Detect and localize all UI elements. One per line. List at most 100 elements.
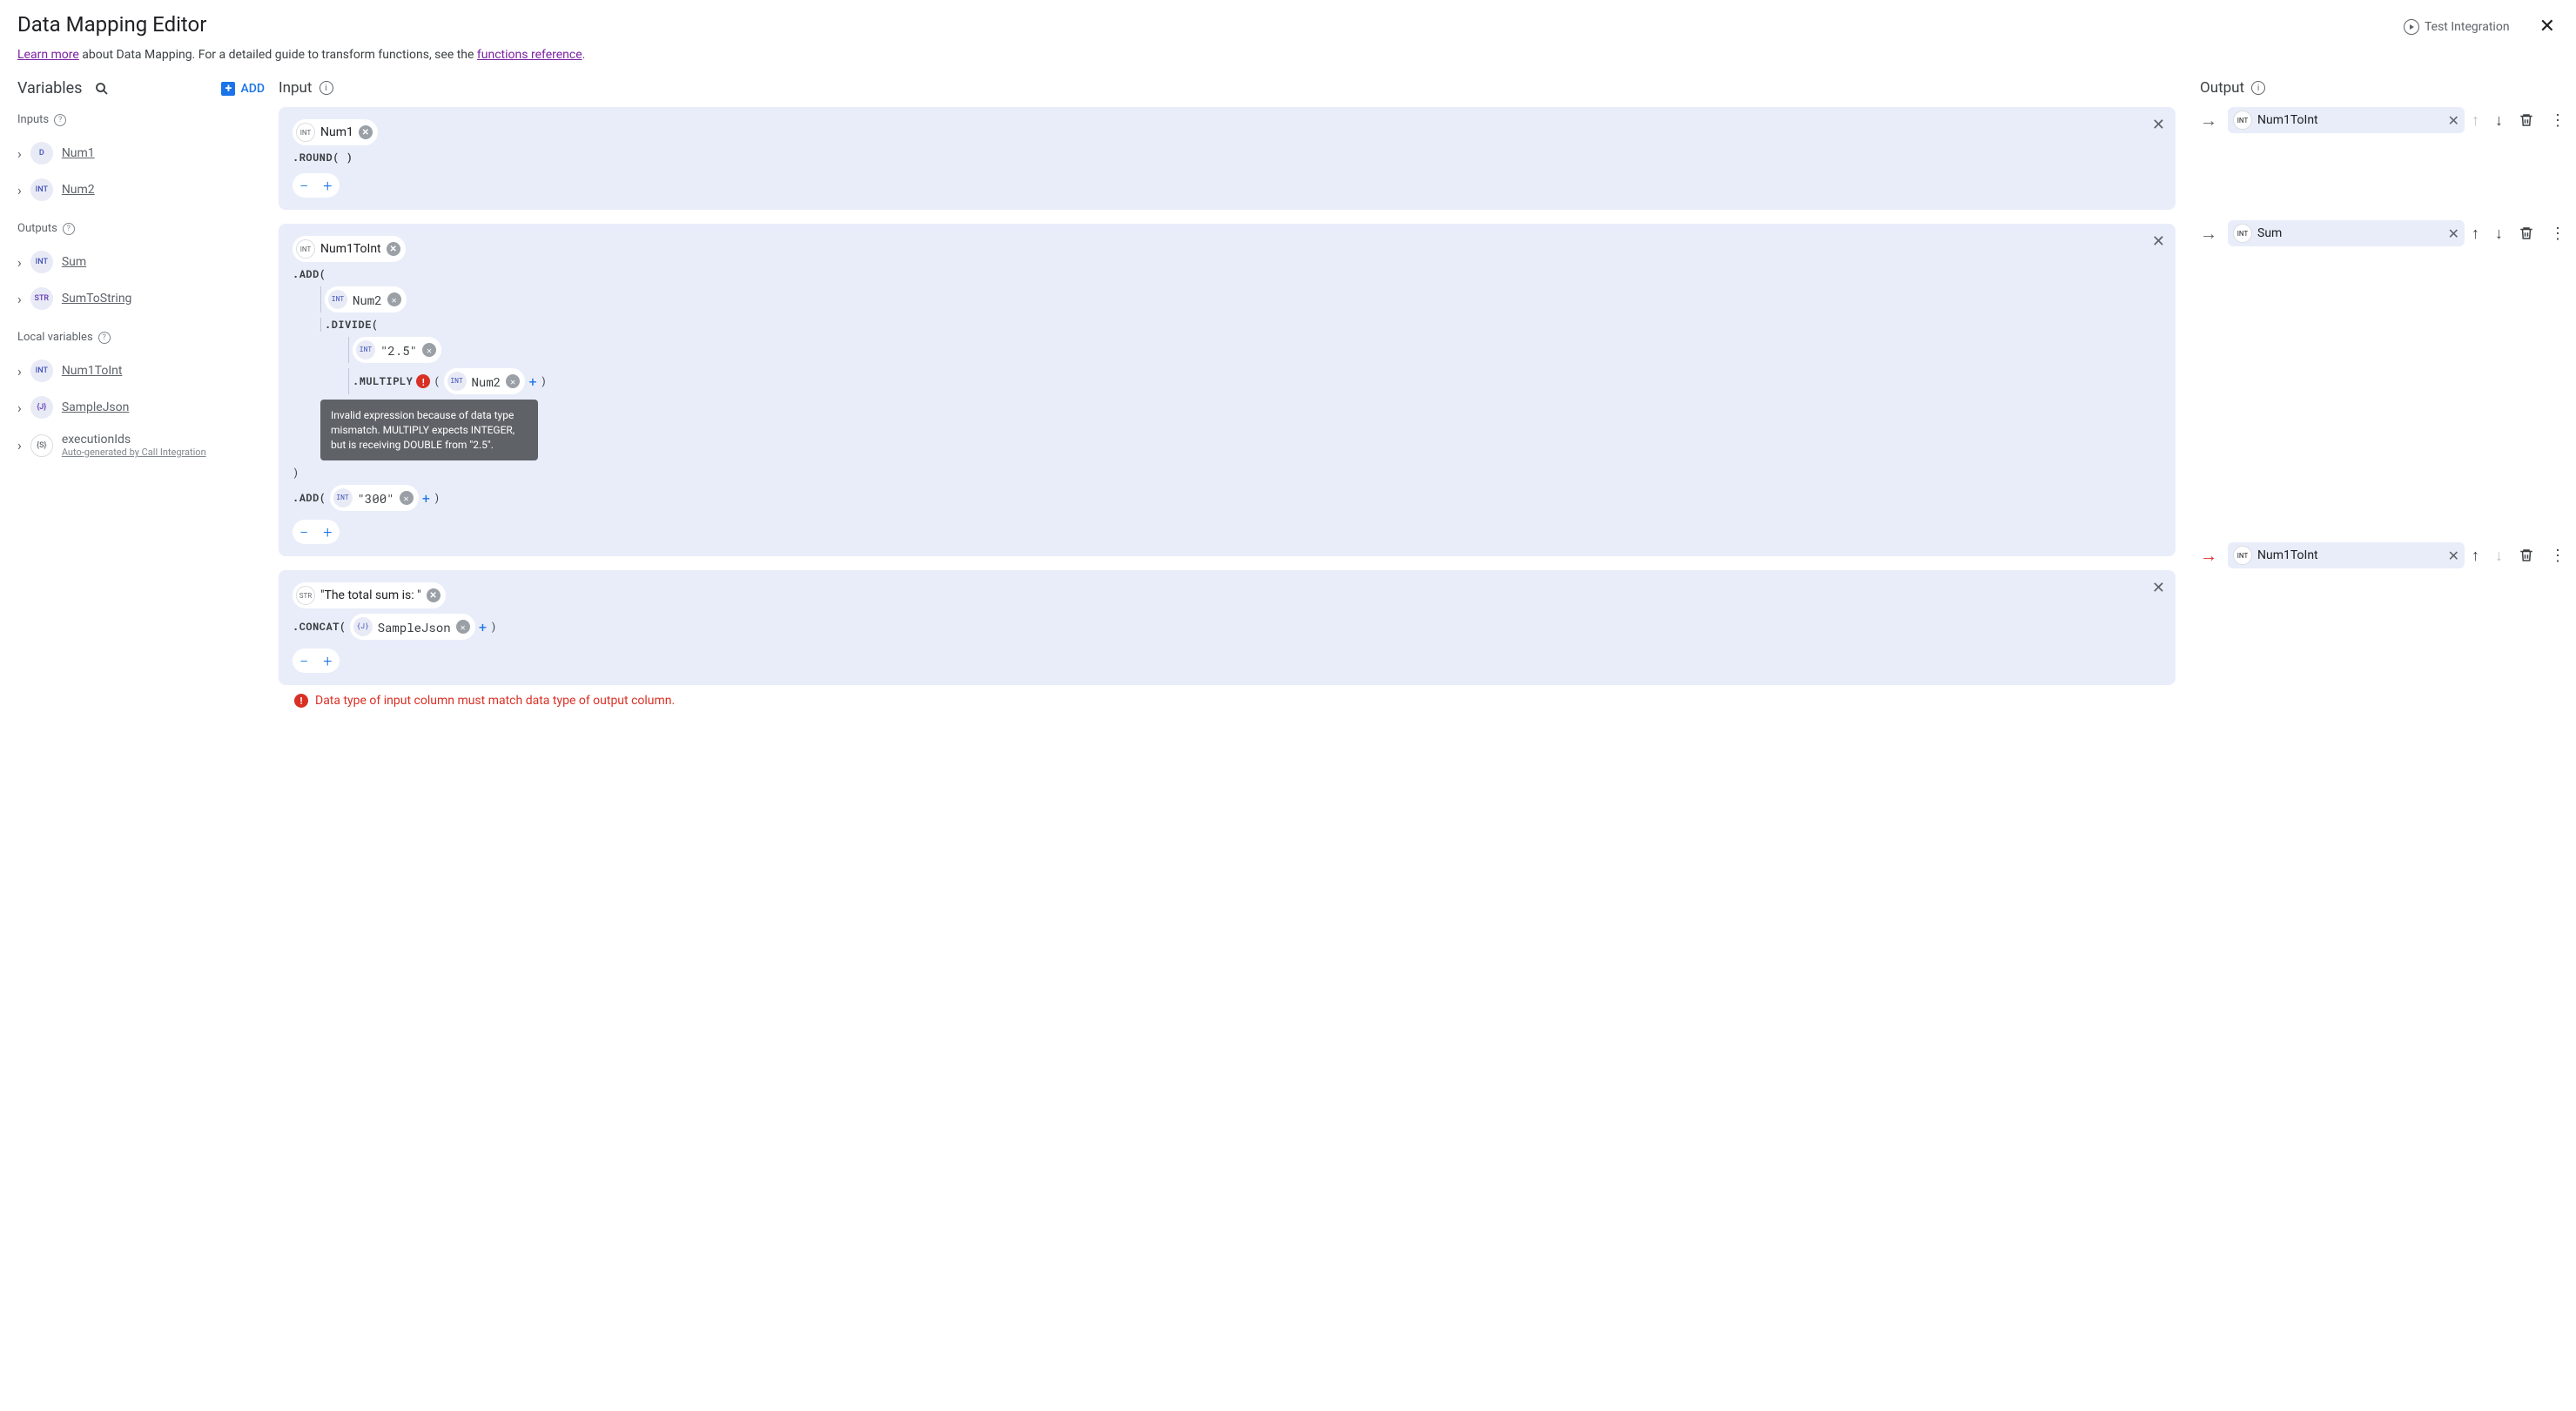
add-arg-icon[interactable]: + xyxy=(422,489,431,507)
more-icon[interactable]: ⋮ xyxy=(2550,547,2566,565)
plus-button[interactable]: + xyxy=(323,521,333,542)
error-text: Data type of input column must match dat… xyxy=(315,694,675,708)
chevron-right-icon[interactable]: › xyxy=(17,254,22,271)
chevron-right-icon[interactable]: › xyxy=(17,363,22,380)
type-badge: INT xyxy=(296,239,315,259)
error-icon[interactable]: ! xyxy=(416,374,430,388)
help-icon[interactable]: ? xyxy=(98,332,111,344)
variable-name: Num1ToInt xyxy=(62,364,123,378)
card-close-icon[interactable]: ✕ xyxy=(2152,579,2165,597)
output-remove-icon[interactable]: ✕ xyxy=(2448,225,2459,242)
move-up-icon[interactable]: ↑ xyxy=(2472,111,2479,130)
chip-remove-icon[interactable]: ✕ xyxy=(387,242,400,256)
help-icon[interactable]: ? xyxy=(63,223,75,235)
functions-reference-link[interactable]: functions reference xyxy=(477,48,582,62)
type-badge: {J} xyxy=(353,617,373,636)
move-down-icon[interactable]: ↓ xyxy=(2495,547,2503,565)
chevron-right-icon[interactable]: › xyxy=(17,291,22,307)
minus-button[interactable]: − xyxy=(299,175,309,196)
test-integration-button[interactable]: Test Integration xyxy=(2404,19,2510,35)
type-badge: INT xyxy=(356,340,375,359)
input-chip-totalsum[interactable]: STR "The total sum is: " ✕ xyxy=(293,582,446,608)
chevron-right-icon[interactable]: › xyxy=(17,182,22,198)
func-add2: .ADD( xyxy=(293,491,326,505)
sidebar-variable-num1[interactable]: › D Num1 xyxy=(17,135,265,171)
chevron-right-icon[interactable]: › xyxy=(17,400,22,416)
variables-title: Variables xyxy=(17,79,82,97)
add-variable-button[interactable]: + ADD xyxy=(221,82,265,96)
help-icon[interactable]: ? xyxy=(54,114,66,126)
arg-chip-300[interactable]: INT "300" ✕ xyxy=(330,485,419,511)
more-icon[interactable]: ⋮ xyxy=(2550,225,2566,243)
sidebar-variable-num2[interactable]: › INT Num2 xyxy=(17,171,265,208)
search-icon[interactable] xyxy=(94,81,110,97)
input-card-2: ✕ INT Num1ToInt ✕ .ADD( INT Num2 ✕ .DIVI… xyxy=(279,224,2176,556)
more-icon[interactable]: ⋮ xyxy=(2550,111,2566,130)
chip-remove-icon[interactable]: ✕ xyxy=(506,374,520,388)
sidebar-variable-sumtostring[interactable]: › STR SumToString xyxy=(17,280,265,317)
output-chip-2[interactable]: INT Sum ✕ xyxy=(2228,220,2465,246)
map-arrow-icon: → xyxy=(2200,110,2217,131)
chevron-right-icon[interactable]: › xyxy=(17,145,22,162)
type-badge: {S} xyxy=(30,434,53,457)
arg-chip-literal[interactable]: INT "2.5" ✕ xyxy=(353,337,441,363)
type-badge: INT xyxy=(447,372,467,391)
chip-text: Num2 xyxy=(353,292,382,308)
move-up-icon[interactable]: ↑ xyxy=(2472,547,2479,565)
minus-button[interactable]: − xyxy=(299,650,309,671)
delete-icon[interactable] xyxy=(2519,225,2534,241)
error-tooltip: Invalid expression because of data type … xyxy=(320,400,538,460)
chip-remove-icon[interactable]: ✕ xyxy=(422,343,436,357)
delete-icon[interactable] xyxy=(2519,548,2534,563)
input-chip-num1[interactable]: INT Num1 ✕ xyxy=(293,119,378,145)
subheader: Learn more about Data Mapping. For a det… xyxy=(0,48,2576,79)
plus-icon: + xyxy=(221,82,235,96)
sidebar-variable-num1toint[interactable]: › INT Num1ToInt xyxy=(17,353,265,389)
plus-button[interactable]: + xyxy=(323,650,333,671)
move-down-icon[interactable]: ↓ xyxy=(2495,225,2503,243)
info-icon[interactable]: i xyxy=(2251,81,2265,95)
card-close-icon[interactable]: ✕ xyxy=(2152,116,2165,134)
add-arg-icon[interactable]: + xyxy=(528,373,537,391)
output-remove-icon[interactable]: ✕ xyxy=(2448,112,2459,129)
arg-chip-samplejson[interactable]: {J} SampleJson ✕ xyxy=(350,614,475,640)
map-arrow-icon: → xyxy=(2200,223,2217,245)
error-footer: ! Data type of input column must match d… xyxy=(279,694,2176,708)
page-title: Data Mapping Editor xyxy=(17,12,206,37)
arg-chip-num2[interactable]: INT Num2 ✕ xyxy=(325,286,407,312)
sidebar-variable-samplejson[interactable]: › {J} SampleJson xyxy=(17,389,265,426)
sidebar-variable-sum[interactable]: › INT Sum xyxy=(17,244,265,280)
input-chip-num1toint[interactable]: INT Num1ToInt ✕ xyxy=(293,236,406,262)
output-column-header: Output i xyxy=(2200,79,2566,97)
close-paren: ) xyxy=(490,620,496,634)
close-button[interactable]: ✕ xyxy=(2536,12,2559,41)
chip-remove-icon[interactable]: ✕ xyxy=(359,125,373,139)
type-badge: INT xyxy=(30,251,53,273)
add-label: ADD xyxy=(240,82,265,96)
play-icon xyxy=(2404,19,2419,35)
add-arg-icon[interactable]: + xyxy=(479,618,488,636)
chevron-right-icon[interactable]: › xyxy=(17,437,22,454)
variable-name: executionIds xyxy=(62,433,206,447)
output-chip-3[interactable]: INT Num1ToInt ✕ xyxy=(2228,542,2465,568)
card-close-icon[interactable]: ✕ xyxy=(2152,232,2165,251)
type-badge: INT xyxy=(296,123,315,142)
variable-name: Num1 xyxy=(62,146,95,160)
chip-remove-icon[interactable]: ✕ xyxy=(456,620,470,634)
learn-more-link[interactable]: Learn more xyxy=(17,48,79,62)
output-text: Sum xyxy=(2257,226,2282,240)
delete-icon[interactable] xyxy=(2519,112,2534,128)
info-icon[interactable]: i xyxy=(319,81,333,95)
move-up-icon[interactable]: ↑ xyxy=(2472,225,2479,243)
output-remove-icon[interactable]: ✕ xyxy=(2448,548,2459,564)
output-chip-1[interactable]: INT Num1ToInt ✕ xyxy=(2228,107,2465,133)
plus-button[interactable]: + xyxy=(323,175,333,196)
type-badge: STR xyxy=(30,287,53,310)
chip-remove-icon[interactable]: ✕ xyxy=(387,292,401,306)
chip-remove-icon[interactable]: ✕ xyxy=(427,588,441,602)
chip-remove-icon[interactable]: ✕ xyxy=(400,491,414,505)
sidebar-variable-executionids[interactable]: › {S} executionIds Auto-generated by Cal… xyxy=(17,426,265,465)
minus-button[interactable]: − xyxy=(299,521,309,542)
move-down-icon[interactable]: ↓ xyxy=(2495,111,2503,130)
arg-chip-num2-mult[interactable]: INT Num2 ✕ xyxy=(444,368,526,394)
